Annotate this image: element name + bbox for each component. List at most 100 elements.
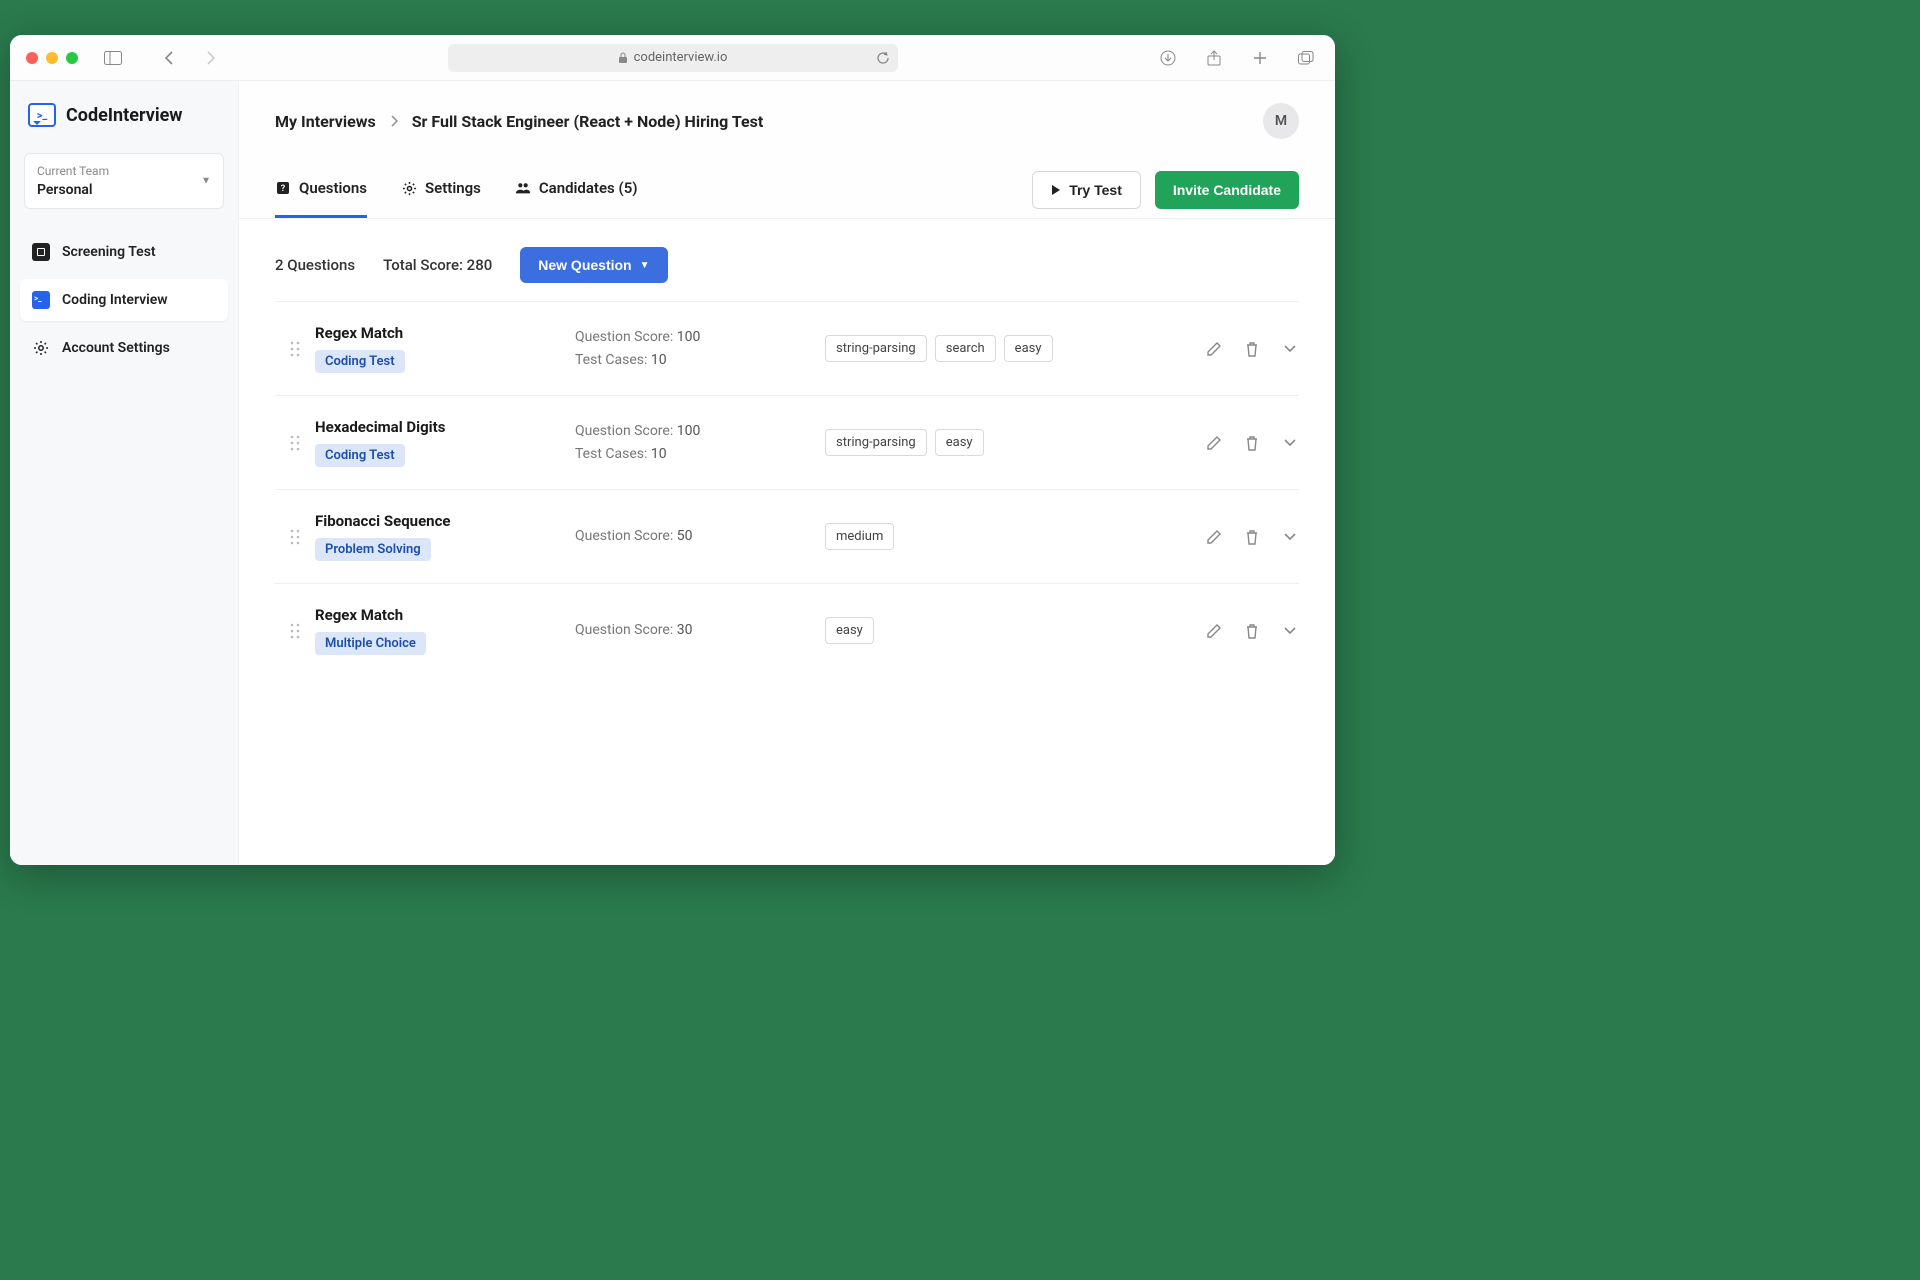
app-body: >_ CodeInterview Current Team Personal ▼… [10, 81, 1335, 865]
question-row: Hexadecimal DigitsCoding TestQuestion Sc… [275, 395, 1299, 489]
total-score: Total Score: 280 [383, 256, 492, 274]
drag-handle-icon[interactable] [275, 340, 315, 358]
candidates-icon [515, 180, 531, 196]
screening-test-icon [32, 243, 50, 261]
brand-name: CodeInterview [66, 105, 183, 126]
edit-icon[interactable] [1205, 622, 1223, 640]
back-icon[interactable] [156, 45, 182, 71]
question-tags: medium [825, 523, 1159, 550]
invite-candidate-button[interactable]: Invite Candidate [1155, 171, 1299, 209]
question-type-badge: Coding Test [315, 350, 405, 373]
downloads-icon[interactable] [1155, 45, 1181, 71]
gear-icon [401, 180, 417, 196]
question-type-badge: Coding Test [315, 444, 405, 467]
traffic-lights [26, 52, 78, 64]
edit-icon[interactable] [1205, 528, 1223, 546]
chevron-right-icon [390, 115, 398, 127]
caret-down-icon: ▼ [201, 176, 211, 187]
question-type-badge: Multiple Choice [315, 632, 426, 655]
question-title: Regex Match [315, 324, 575, 342]
question-tags: string-parsing search easy [825, 335, 1159, 362]
row-actions [1159, 622, 1299, 640]
forward-icon[interactable] [198, 45, 224, 71]
new-tab-icon[interactable] [1247, 45, 1273, 71]
tab-label: Questions [299, 179, 367, 197]
chevron-down-icon[interactable] [1281, 434, 1299, 452]
trash-icon[interactable] [1243, 434, 1261, 452]
button-label: Invite Candidate [1173, 182, 1281, 198]
button-label: Try Test [1069, 182, 1122, 198]
avatar-initial: M [1275, 113, 1287, 129]
refresh-icon[interactable] [876, 51, 890, 65]
page-header: My Interviews Sr Full Stack Engineer (Re… [239, 81, 1335, 161]
minimize-window-button[interactable] [46, 52, 58, 64]
caret-down-icon: ▼ [640, 260, 650, 271]
button-label: New Question [538, 257, 631, 273]
browser-window: codeinterview.io >_ CodeIntervi [10, 35, 1335, 865]
chevron-down-icon[interactable] [1281, 340, 1299, 358]
avatar[interactable]: M [1263, 103, 1299, 139]
row-actions [1159, 340, 1299, 358]
trash-icon[interactable] [1243, 528, 1261, 546]
question-list: Regex Match Coding Test Question Score: 10… [239, 301, 1335, 717]
edit-icon[interactable] [1205, 340, 1223, 358]
breadcrumb-current: Sr Full Stack Engineer (React + Node) Hi… [412, 112, 764, 131]
question-meta: Question Score: 100Test Cases: 10 [575, 420, 825, 465]
breadcrumb: My Interviews Sr Full Stack Engineer (Re… [275, 112, 763, 131]
play-icon [1051, 184, 1061, 196]
team-selector[interactable]: Current Team Personal ▼ [24, 153, 224, 209]
url-bar[interactable]: codeinterview.io [448, 44, 898, 72]
maximize-window-button[interactable] [66, 52, 78, 64]
tab-label: Settings [425, 179, 481, 197]
close-window-button[interactable] [26, 52, 38, 64]
question-type-badge: Problem Solving [315, 538, 431, 561]
brand-logo[interactable]: >_ CodeInterview [20, 99, 228, 131]
tag[interactable]: easy [935, 429, 984, 456]
sidebar-item-coding-interview[interactable]: Coding Interview [20, 279, 228, 321]
lock-icon [618, 52, 628, 64]
tag[interactable]: string-parsing [825, 335, 927, 362]
edit-icon[interactable] [1205, 434, 1223, 452]
chevron-down-icon[interactable] [1281, 528, 1299, 546]
question-title: Fibonacci Sequence [315, 512, 575, 530]
questions-toolbar: 2 Questions Total Score: 280 New Questio… [239, 219, 1335, 301]
tab-bar: ? Questions Settings Cand [239, 161, 1335, 219]
trash-icon[interactable] [1243, 622, 1261, 640]
chevron-down-icon[interactable] [1281, 622, 1299, 640]
sidebar: >_ CodeInterview Current Team Personal ▼… [10, 81, 238, 865]
tab-questions[interactable]: ? Questions [275, 161, 367, 218]
tag[interactable]: medium [825, 523, 894, 550]
tag[interactable]: easy [1004, 335, 1053, 362]
try-test-button[interactable]: Try Test [1032, 171, 1141, 209]
sidebar-item-account-settings[interactable]: Account Settings [20, 327, 228, 369]
share-icon[interactable] [1201, 45, 1227, 71]
svg-text:?: ? [281, 184, 286, 194]
url-text: codeinterview.io [634, 50, 728, 65]
tag[interactable]: search [935, 335, 996, 362]
question-row: Fibonacci SequenceProblem SolvingQuestio… [275, 489, 1299, 583]
breadcrumb-root[interactable]: My Interviews [275, 112, 376, 131]
browser-titlebar: codeinterview.io [10, 35, 1335, 81]
drag-handle-icon[interactable] [275, 528, 315, 546]
new-question-button[interactable]: New Question ▼ [520, 247, 667, 283]
team-selector-value: Personal [37, 182, 211, 198]
coding-interview-icon [32, 291, 50, 309]
trash-icon[interactable] [1243, 340, 1261, 358]
row-actions [1159, 528, 1299, 546]
drag-handle-icon[interactable] [275, 434, 315, 452]
sidebar-item-screening-test[interactable]: Screening Test [20, 231, 228, 273]
tab-candidates[interactable]: Candidates (5) [515, 161, 638, 218]
sidebar-item-label: Screening Test [62, 244, 156, 260]
sidebar-toggle-icon[interactable] [100, 45, 126, 71]
sidebar-item-label: Coding Interview [62, 292, 168, 308]
tab-settings[interactable]: Settings [401, 161, 481, 218]
tabs-overview-icon[interactable] [1293, 45, 1319, 71]
question-count: 2 Questions [275, 256, 355, 274]
gear-icon [32, 339, 50, 357]
sidebar-item-label: Account Settings [62, 340, 170, 356]
tag[interactable]: easy [825, 617, 874, 644]
team-selector-label: Current Team [37, 164, 211, 178]
question-tags: string-parsing easy [825, 429, 1159, 456]
drag-handle-icon[interactable] [275, 622, 315, 640]
tag[interactable]: string-parsing [825, 429, 927, 456]
